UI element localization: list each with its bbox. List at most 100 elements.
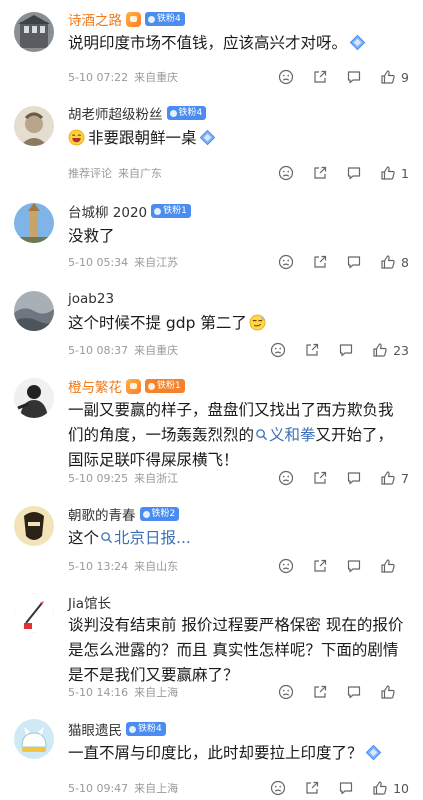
username[interactable]: 胡老师超级粉丝	[68, 103, 163, 123]
reply-button[interactable]	[346, 684, 362, 700]
dislike-icon	[278, 684, 294, 700]
comment-icon	[346, 470, 362, 486]
dislike-button[interactable]	[278, 165, 294, 181]
comment-location: 来自浙江	[134, 472, 179, 485]
username[interactable]: Jia馆长	[68, 592, 111, 612]
search-link-icon	[100, 531, 113, 544]
comment-text: 说明印度市场不值钱，应该高兴才对呀。	[68, 31, 408, 56]
reply-button[interactable]	[346, 69, 362, 85]
dislike-button[interactable]	[270, 342, 286, 358]
comment-time: 5-10 07:22	[68, 70, 129, 84]
like-button[interactable]: 1	[380, 165, 409, 181]
smirk-emoji-icon	[249, 314, 266, 331]
avatar[interactable]	[14, 719, 54, 759]
avatar[interactable]	[14, 593, 54, 633]
share-button[interactable]	[312, 254, 328, 270]
dislike-icon	[270, 780, 286, 796]
share-button[interactable]	[312, 470, 328, 486]
diamond-emoji-icon	[349, 34, 366, 51]
comment-text: 一直不屑与印度比，此时却要拉上印度了？	[68, 741, 408, 766]
fan-badge: 铁粉1	[145, 379, 185, 393]
like-button[interactable]: 9	[380, 69, 409, 85]
dislike-icon	[278, 69, 294, 85]
reply-button[interactable]	[346, 470, 362, 486]
share-button[interactable]	[312, 684, 328, 700]
like-count: 23	[393, 342, 409, 358]
comment-text: 没救了	[68, 227, 115, 245]
dislike-button[interactable]	[278, 470, 294, 486]
comment-time: 5-10 09:47	[68, 781, 129, 795]
search-link-icon	[255, 428, 268, 441]
comment-location: 来自山东	[134, 560, 179, 573]
fan-badge: 铁粉1	[151, 204, 191, 218]
reply-button[interactable]	[346, 558, 362, 574]
dislike-icon	[278, 558, 294, 574]
reply-button[interactable]	[338, 780, 354, 796]
like-count: 7	[401, 470, 409, 486]
topic-link[interactable]: 义和拳	[254, 426, 316, 444]
reply-button[interactable]	[338, 342, 354, 358]
avatar[interactable]	[14, 106, 54, 146]
like-button[interactable]	[380, 684, 409, 700]
like-count: 9	[401, 69, 409, 85]
diamond-emoji-icon	[199, 129, 216, 146]
comment-time: 5-10 13:24	[68, 559, 129, 573]
share-button[interactable]	[312, 69, 328, 85]
like-icon	[380, 165, 396, 181]
fan-badge: 铁粉4	[126, 722, 166, 736]
dislike-icon	[270, 342, 286, 358]
like-button[interactable]: 10	[372, 780, 409, 796]
like-icon	[380, 558, 396, 574]
avatar[interactable]	[14, 203, 54, 243]
share-button[interactable]	[312, 165, 328, 181]
like-button[interactable]: 8	[380, 254, 409, 270]
reply-button[interactable]	[346, 254, 362, 270]
username[interactable]: 橙与繁花	[68, 376, 122, 396]
dislike-button[interactable]	[270, 780, 286, 796]
comment-icon	[346, 684, 362, 700]
username[interactable]: 猫眼遗民	[68, 719, 122, 739]
comment-icon	[338, 780, 354, 796]
vip-crown-icon	[126, 378, 141, 394]
avatar[interactable]	[14, 12, 54, 52]
comment-location: 来自上海	[134, 782, 179, 795]
share-button[interactable]	[304, 342, 320, 358]
comment-icon	[346, 165, 362, 181]
like-icon	[372, 342, 388, 358]
like-button[interactable]: 7	[380, 470, 409, 486]
username[interactable]: 台城柳 2020	[68, 201, 147, 221]
fan-badge: 铁粉4	[166, 106, 207, 120]
reply-button[interactable]	[346, 165, 362, 181]
share-button[interactable]	[312, 558, 328, 574]
comment-location: 来自重庆	[134, 71, 179, 84]
avatar[interactable]	[14, 378, 54, 418]
like-button[interactable]	[380, 558, 409, 574]
comment-time: 5-10 14:16	[68, 685, 129, 699]
dislike-button[interactable]	[278, 254, 294, 270]
vip-crown-icon	[126, 11, 141, 27]
diamond-emoji-icon	[365, 744, 382, 761]
fan-badge: 铁粉2	[139, 507, 180, 521]
avatar[interactable]	[14, 291, 54, 331]
comment-time: 5-10 05:34	[68, 255, 129, 269]
avatar[interactable]	[14, 506, 54, 546]
username[interactable]: 诗酒之路	[68, 9, 122, 29]
topic-link[interactable]: 北京日报...	[99, 529, 191, 547]
like-button[interactable]: 23	[372, 342, 409, 358]
dislike-button[interactable]	[278, 558, 294, 574]
share-button[interactable]	[304, 780, 320, 796]
share-icon	[304, 780, 320, 796]
share-icon	[312, 684, 328, 700]
dislike-icon	[278, 470, 294, 486]
dislike-button[interactable]	[278, 69, 294, 85]
comment-text: 一副又要赢的样子，盘盘们又找出了西方欺负我们的角度，一场轰轰烈烈的 义和拳又开始了…	[68, 401, 394, 469]
comment-location: 来自江苏	[134, 256, 179, 269]
comment-location: 来自广东	[118, 167, 162, 180]
comment-icon	[346, 558, 362, 574]
comment-icon	[346, 69, 362, 85]
username[interactable]: 朝歌的青春	[68, 504, 136, 524]
username[interactable]: joab23	[68, 291, 114, 307]
dislike-button[interactable]	[278, 684, 294, 700]
like-count: 8	[401, 254, 409, 270]
comment-text: 这个 北京日报...	[68, 529, 191, 547]
